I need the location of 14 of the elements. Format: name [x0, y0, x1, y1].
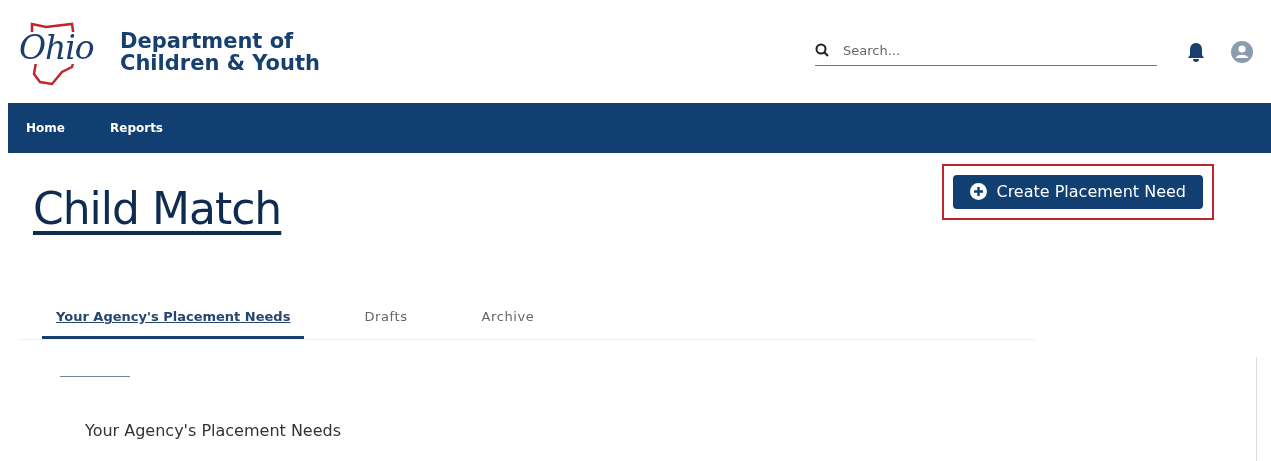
search-icon: [815, 43, 829, 57]
agency-name: Department of Children & Youth: [120, 29, 320, 74]
nav-link[interactable]: Home: [26, 121, 110, 135]
plus-circle-icon: [970, 183, 988, 200]
nav-link[interactable]: Reports: [110, 121, 194, 135]
tab[interactable]: Drafts: [350, 303, 422, 339]
user-avatar-icon[interactable]: [1231, 40, 1253, 63]
create-placement-need-button[interactable]: Create Placement Need: [953, 175, 1203, 209]
notification-bell-icon[interactable]: [1187, 41, 1205, 62]
logo-wordmark: Ohio: [18, 31, 95, 64]
tab[interactable]: Your Agency's Placement Needs: [42, 303, 305, 339]
tab[interactable]: Archive: [467, 303, 549, 339]
section-heading: Your Agency's Placement Needs: [85, 421, 343, 440]
page-title: Child Match: [33, 183, 282, 234]
